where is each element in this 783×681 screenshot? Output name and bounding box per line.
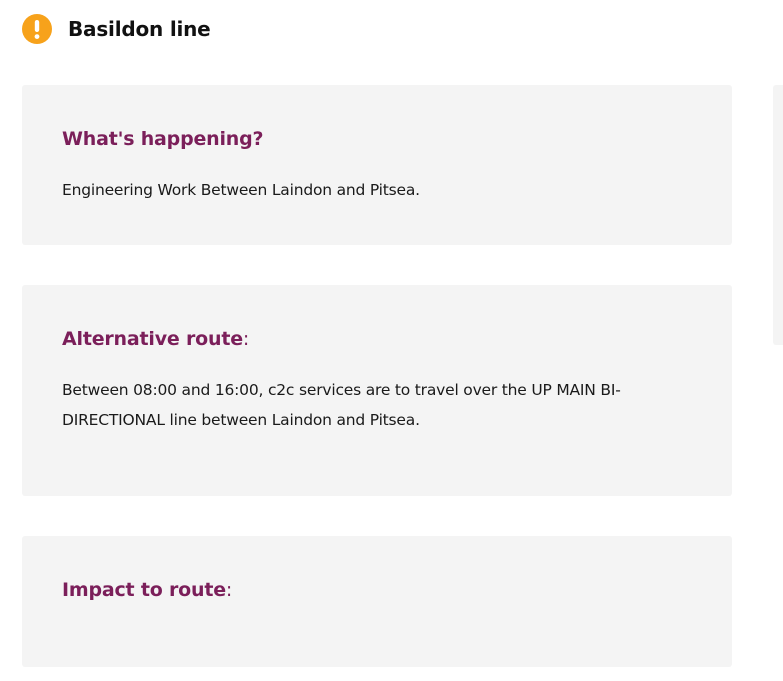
whats-happening-text: Engineering Work Between Laindon and Pit… xyxy=(62,181,420,199)
alternative-route-heading-text: Alternative route xyxy=(62,328,243,350)
whats-happening-heading-text: What's happening? xyxy=(62,128,264,150)
alternative-route-heading-colon: : xyxy=(242,328,250,350)
exclamation-circle-icon xyxy=(22,14,52,44)
page-title: Basildon line xyxy=(68,17,211,41)
impact-to-route-heading-text: Impact to route xyxy=(62,579,226,601)
disruption-page: Basildon line What's happening? Engineer… xyxy=(0,0,783,681)
alternative-route-heading: Alternative route: xyxy=(62,328,249,350)
line-header: Basildon line xyxy=(22,14,211,44)
impact-to-route-heading-colon: : xyxy=(225,579,233,601)
whats-happening-panel: What's happening? Engineering Work Betwe… xyxy=(22,85,732,245)
whats-happening-heading: What's happening? xyxy=(62,128,264,150)
side-panel-edge xyxy=(773,85,783,345)
impact-to-route-panel: Impact to route: xyxy=(22,536,732,667)
alternative-route-text: Between 08:00 and 16:00, c2c services ar… xyxy=(62,381,621,429)
impact-to-route-heading: Impact to route: xyxy=(62,579,232,601)
alternative-route-panel: Alternative route: Between 08:00 and 16:… xyxy=(22,285,732,496)
exclamation-icon xyxy=(34,20,40,39)
